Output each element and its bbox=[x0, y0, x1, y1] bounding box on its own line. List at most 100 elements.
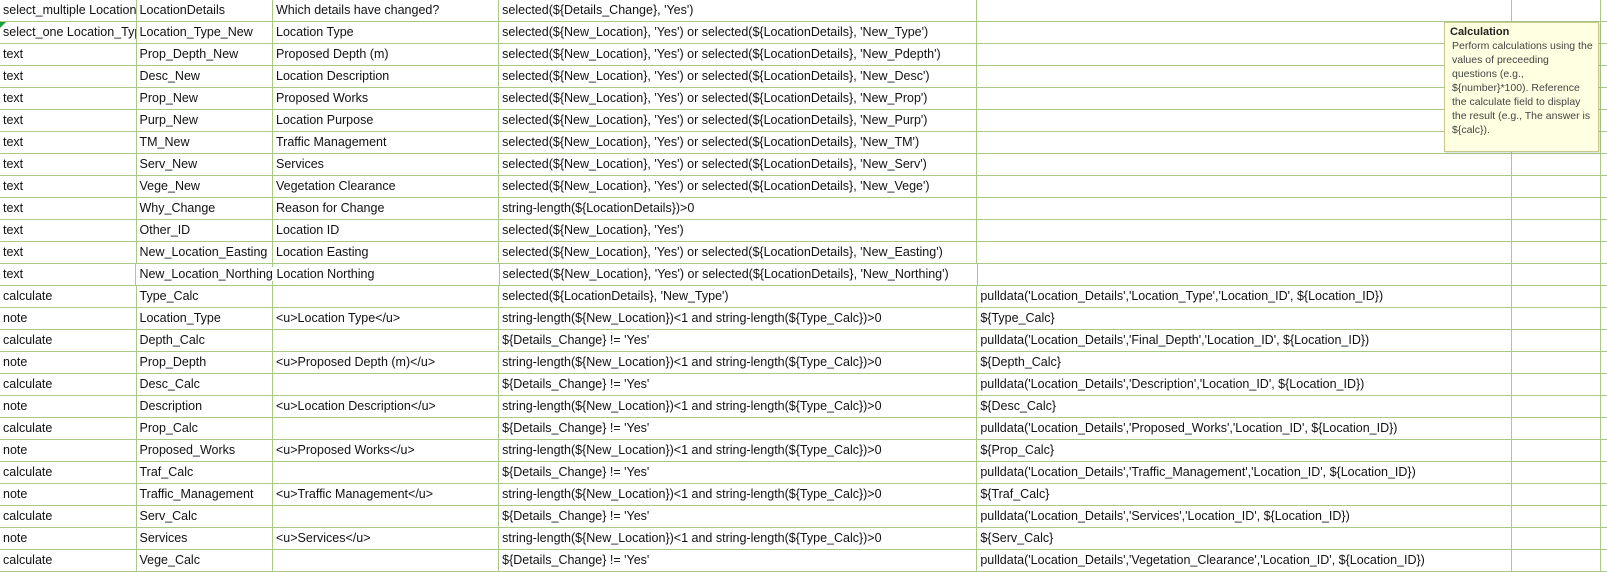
cell-relevant[interactable]: string-length(${New_Location})<1 and str… bbox=[499, 308, 978, 329]
cell-empty[interactable] bbox=[1512, 462, 1601, 483]
cell-type[interactable]: text bbox=[0, 44, 137, 65]
cell-name[interactable]: Other_ID bbox=[137, 220, 273, 241]
cell-relevant[interactable]: selected(${New_Location}, 'Yes') or sele… bbox=[499, 242, 978, 263]
cell-empty[interactable] bbox=[1601, 506, 1607, 527]
cell-relevant[interactable]: ${Details_Change} != 'Yes' bbox=[499, 506, 978, 527]
cell-type[interactable]: text bbox=[0, 132, 137, 153]
cell-empty[interactable] bbox=[1601, 22, 1607, 43]
cell-name[interactable]: Why_Change bbox=[137, 198, 273, 219]
cell-name[interactable]: Traf_Calc bbox=[137, 462, 273, 483]
cell-type[interactable]: note bbox=[0, 528, 137, 549]
cell-label[interactable]: <u>Location Description</u> bbox=[273, 396, 500, 417]
cell-relevant[interactable]: selected(${New_Location}, 'Yes') or sele… bbox=[499, 132, 978, 153]
cell-name[interactable]: TM_New bbox=[137, 132, 273, 153]
cell-calculation[interactable] bbox=[977, 176, 1513, 197]
cell-name[interactable]: Description bbox=[137, 396, 273, 417]
cell-label[interactable]: Proposed Works bbox=[273, 88, 500, 109]
cell-type[interactable]: text bbox=[0, 220, 137, 241]
cell-name[interactable]: Desc_New bbox=[137, 66, 273, 87]
cell-relevant[interactable]: string-length(${New_Location})<1 and str… bbox=[499, 352, 978, 373]
cell-empty[interactable] bbox=[1512, 396, 1601, 417]
cell-empty[interactable] bbox=[1601, 396, 1607, 417]
cell-relevant[interactable]: string-length(${New_Location})<1 and str… bbox=[499, 440, 978, 461]
cell-calculation[interactable]: ${Type_Calc} bbox=[977, 308, 1513, 329]
cell-label[interactable] bbox=[273, 330, 500, 351]
cell-type[interactable]: note bbox=[0, 440, 137, 461]
cell-empty[interactable] bbox=[1512, 198, 1601, 219]
cell-relevant[interactable]: ${Details_Change} != 'Yes' bbox=[499, 374, 978, 395]
cell-empty[interactable] bbox=[1512, 550, 1601, 571]
cell-calculation[interactable]: ${Depth_Calc} bbox=[977, 352, 1513, 373]
cell-label[interactable]: Proposed Depth (m) bbox=[273, 44, 500, 65]
cell-empty[interactable] bbox=[1512, 286, 1601, 307]
cell-relevant[interactable]: selected(${Details_Change}, 'Yes') bbox=[499, 0, 978, 21]
cell-calculation[interactable]: pulldata('Location_Details','Proposed_Wo… bbox=[977, 418, 1513, 439]
cell-type[interactable]: calculate bbox=[0, 286, 137, 307]
cell-relevant[interactable]: selected(${New_Location}, 'Yes') or sele… bbox=[499, 176, 978, 197]
cell-calculation[interactable]: ${Serv_Calc} bbox=[977, 528, 1513, 549]
cell-type[interactable]: select_multiple LocationDetails bbox=[0, 0, 137, 21]
cell-name[interactable]: Location_Type bbox=[137, 308, 273, 329]
cell-name[interactable]: Prop_New bbox=[137, 88, 273, 109]
cell-label[interactable]: Location Easting bbox=[273, 242, 500, 263]
cell-empty[interactable] bbox=[1601, 176, 1607, 197]
cell-relevant[interactable]: selected(${New_Location}, 'Yes') or sele… bbox=[499, 88, 978, 109]
cell-name[interactable]: Type_Calc bbox=[137, 286, 273, 307]
cell-name[interactable]: Prop_Calc bbox=[137, 418, 273, 439]
cell-type[interactable]: text bbox=[0, 154, 137, 175]
cell-name[interactable]: Depth_Calc bbox=[137, 330, 273, 351]
cell-type[interactable]: select_one Location_Type bbox=[0, 22, 137, 43]
cell-name[interactable]: New_Location_Northing bbox=[136, 264, 274, 285]
cell-empty[interactable] bbox=[1601, 198, 1607, 219]
cell-empty[interactable] bbox=[1601, 330, 1607, 351]
cell-empty[interactable] bbox=[1601, 44, 1607, 65]
cell-type[interactable]: calculate bbox=[0, 506, 137, 527]
cell-label[interactable]: Location Description bbox=[273, 66, 500, 87]
cell-calculation[interactable]: pulldata('Location_Details','Services','… bbox=[977, 506, 1513, 527]
cell-type[interactable]: text bbox=[0, 198, 137, 219]
cell-calculation[interactable] bbox=[977, 242, 1513, 263]
cell-label[interactable] bbox=[273, 462, 500, 483]
cell-empty[interactable] bbox=[1601, 462, 1607, 483]
cell-label[interactable]: Services bbox=[273, 154, 500, 175]
cell-label[interactable]: <u>Location Type</u> bbox=[273, 308, 500, 329]
cell-empty[interactable] bbox=[1512, 506, 1601, 527]
cell-calculation[interactable]: ${Desc_Calc} bbox=[977, 396, 1513, 417]
cell-name[interactable]: Prop_Depth_New bbox=[137, 44, 273, 65]
cell-name[interactable]: Traffic_Management bbox=[137, 484, 273, 505]
cell-label[interactable]: Location Purpose bbox=[273, 110, 500, 131]
cell-type[interactable]: calculate bbox=[0, 374, 137, 395]
cell-name[interactable]: LocationDetails bbox=[137, 0, 273, 21]
cell-relevant[interactable]: selected(${New_Location}, 'Yes') or sele… bbox=[499, 110, 978, 131]
cell-label[interactable]: <u>Proposed Depth (m)</u> bbox=[273, 352, 500, 373]
cell-calculation[interactable] bbox=[977, 132, 1513, 153]
cell-name[interactable]: Purp_New bbox=[137, 110, 273, 131]
cell-empty[interactable] bbox=[1512, 440, 1601, 461]
cell-label[interactable]: Location Northing bbox=[273, 264, 500, 285]
cell-type[interactable]: note bbox=[0, 308, 137, 329]
cell-empty[interactable] bbox=[1601, 352, 1607, 373]
cell-relevant[interactable]: ${Details_Change} != 'Yes' bbox=[499, 418, 978, 439]
cell-calculation[interactable] bbox=[977, 154, 1513, 175]
cell-calculation[interactable]: pulldata('Location_Details','Traffic_Man… bbox=[977, 462, 1513, 483]
cell-empty[interactable] bbox=[1512, 484, 1601, 505]
cell-calculation[interactable] bbox=[977, 198, 1513, 219]
cell-relevant[interactable]: selected(${New_Location}, 'Yes') or sele… bbox=[499, 22, 978, 43]
cell-type[interactable]: text bbox=[0, 66, 137, 87]
cell-calculation[interactable]: pulldata('Location_Details','Final_Depth… bbox=[977, 330, 1513, 351]
cell-relevant[interactable]: selected(${New_Location}, 'Yes') or sele… bbox=[499, 44, 978, 65]
cell-name[interactable]: Prop_Depth bbox=[137, 352, 273, 373]
cell-empty[interactable] bbox=[1601, 242, 1607, 263]
cell-type[interactable]: calculate bbox=[0, 462, 137, 483]
cell-name[interactable]: Vege_Calc bbox=[137, 550, 273, 571]
cell-label[interactable]: <u>Services</u> bbox=[273, 528, 500, 549]
cell-calculation[interactable]: pulldata('Location_Details','Location_Ty… bbox=[977, 286, 1513, 307]
cell-empty[interactable] bbox=[1512, 352, 1601, 373]
cell-type[interactable]: text bbox=[0, 264, 137, 285]
cell-empty[interactable] bbox=[1512, 528, 1601, 549]
cell-label[interactable]: <u>Proposed Works</u> bbox=[273, 440, 500, 461]
cell-empty[interactable] bbox=[1512, 308, 1601, 329]
cell-label[interactable] bbox=[273, 506, 500, 527]
cell-relevant[interactable]: selected(${New_Location}, 'Yes') or sele… bbox=[499, 66, 978, 87]
cell-calculation[interactable] bbox=[978, 264, 1513, 285]
